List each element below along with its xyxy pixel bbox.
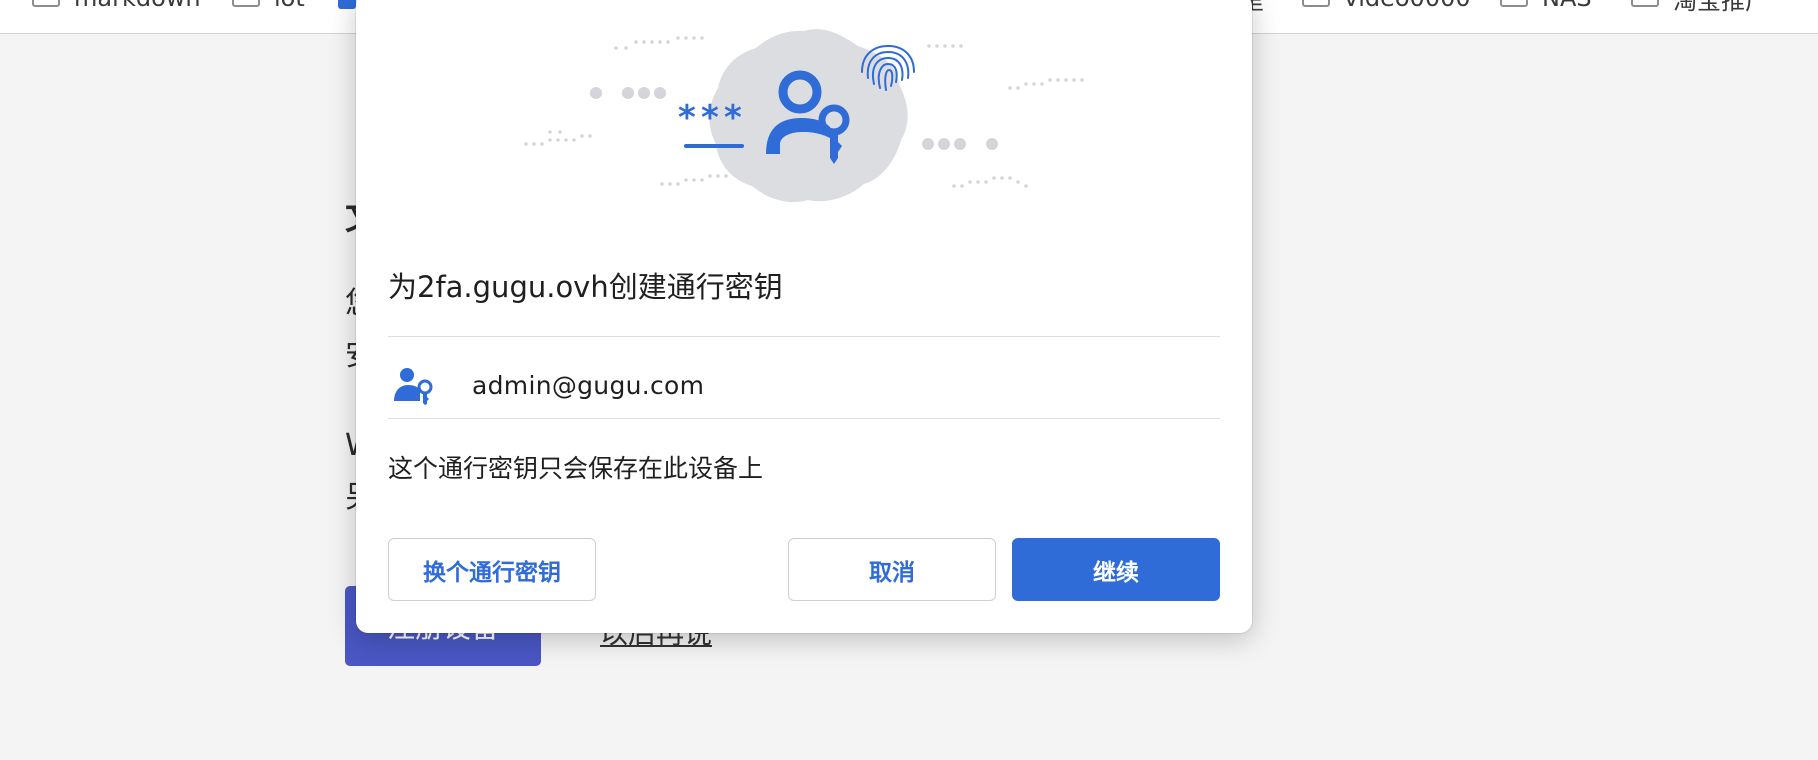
folder-icon <box>1631 0 1659 7</box>
folder-icon <box>232 0 260 7</box>
bookmark-taobao[interactable]: 淘宝推广 <box>1631 0 1769 15</box>
passkey-user-icon <box>394 368 433 405</box>
account-row: admin@gugu.com <box>388 344 1220 426</box>
bookmark-markdown[interactable]: markdown <box>32 0 201 12</box>
storage-note: 这个通行密钥只会保存在此设备上 <box>388 454 764 483</box>
svg-text:*: * <box>701 98 719 138</box>
bookmark-favicon-icon[interactable] <box>338 0 356 9</box>
bookmark-nas[interactable]: NAS <box>1500 0 1592 12</box>
bookmark-lot[interactable]: lot <box>232 0 305 12</box>
svg-text:*: * <box>678 98 696 138</box>
passkey-illustration: * * * <box>524 29 1084 203</box>
change-passkey-button[interactable]: 换个通行密钥 <box>388 538 596 601</box>
svg-text:*: * <box>724 98 742 138</box>
bookmark-video[interactable]: video0000 <box>1302 0 1471 12</box>
folder-icon <box>32 0 60 7</box>
divider <box>388 336 1220 337</box>
cancel-button[interactable]: 取消 <box>788 538 996 601</box>
folder-icon <box>1302 0 1330 7</box>
divider <box>388 418 1220 419</box>
create-passkey-dialog: * * * 为2fa.gugu.ovh创建通行密钥 admin@gugu.com… <box>356 0 1252 633</box>
account-name: admin@gugu.com <box>472 370 705 400</box>
dialog-title: 为2fa.gugu.ovh创建通行密钥 <box>388 270 783 304</box>
folder-icon <box>1500 0 1528 7</box>
continue-button[interactable]: 继续 <box>1012 538 1220 601</box>
